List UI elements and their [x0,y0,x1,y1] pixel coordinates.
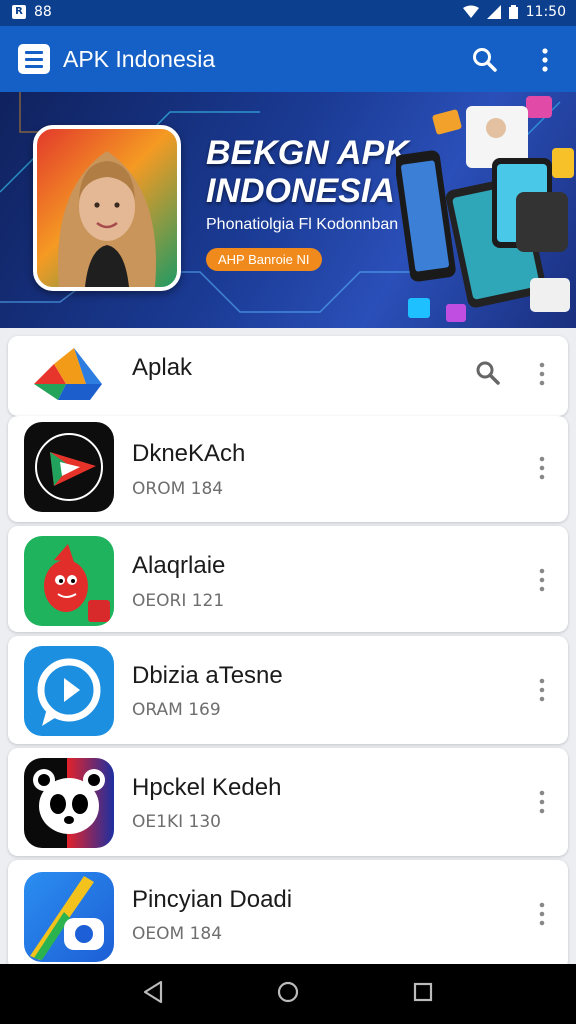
app-name: Hpckel Kedeh [132,774,282,801]
list-item[interactable]: Dbizia aTesne ORAM 169 [8,636,568,744]
wifi-icon [462,5,479,18]
list-item[interactable]: Pincyian Doadi ОЕОМ 184 [8,860,568,970]
item-more-icon[interactable] [534,678,550,702]
app-icon-play [24,422,114,512]
app-title: APK Indonesia [63,46,216,72]
banner-headline-line2: INDONESIA [206,172,395,210]
header-more-icon[interactable] [534,362,550,386]
item-more-icon[interactable] [534,456,550,480]
app-name: Dbizia aTesne [132,662,283,689]
status-bar: R 88 11:50 [0,0,576,26]
app-meta: ОЕ1KI 130 [132,812,221,832]
list-item[interactable]: Hpckel Kedeh ОЕ1KI 130 [8,748,568,856]
status-left-text: 88 [34,4,52,20]
list-header-title: Aplak [132,354,193,381]
aplak-logo-icon [34,348,102,400]
app-bar: APK Indonesia [0,26,576,92]
list-item[interactable]: Alaqrlaie ОЕОRI 121 [8,526,568,632]
list-item[interactable]: DkneKAch ORОМ 184 [8,416,568,522]
app-meta: ОЕОRI 121 [132,591,225,611]
item-more-icon[interactable] [534,568,550,592]
menu-icon-line [25,57,43,61]
banner-cta-button[interactable]: AHP Banroie NI [206,248,322,271]
battery-icon [508,5,518,19]
status-time: 11:50 [525,4,566,20]
app-meta: ОЕОМ 184 [132,924,223,944]
item-more-icon[interactable] [534,902,550,926]
system-nav-bar [0,964,576,1024]
banner-subtitle: Phonatiolgia Fl Kodonnban [206,216,399,233]
app-meta: ORAM 169 [132,700,221,720]
promo-banner[interactable]: BEKGN APK INDONESIA Phonatiolgia Fl Kodo… [0,92,576,328]
app-name: DkneKAch [132,440,246,467]
recents-icon[interactable] [413,980,433,1004]
app-icon-chat [24,646,114,736]
more-options-icon[interactable] [539,47,551,73]
app-icon-panda [24,758,114,848]
list-search-icon[interactable] [475,360,501,386]
app-name: Alaqrlaie [132,552,226,579]
home-icon[interactable] [277,980,299,1004]
list-header-card: Aplak [8,336,568,416]
app-icon-camera [24,872,114,962]
app-icon-mascot [24,536,114,626]
devices-illustration [396,96,574,322]
menu-button[interactable] [18,44,50,74]
app-meta: ORОМ 184 [132,479,224,499]
banner-headline-line1: BEKGN APK [206,134,409,172]
menu-icon-line [25,64,43,68]
menu-icon-line [25,50,43,54]
item-more-icon[interactable] [534,790,550,814]
signal-icon [486,5,501,19]
search-icon[interactable] [472,47,498,73]
back-icon[interactable] [142,980,164,1004]
profile-photo [33,125,181,291]
banner-headline: BEKGN APK INDONESIA [206,134,409,210]
app-name: Pincyian Doadi [132,886,293,913]
app-notification-icon: R [12,5,26,19]
